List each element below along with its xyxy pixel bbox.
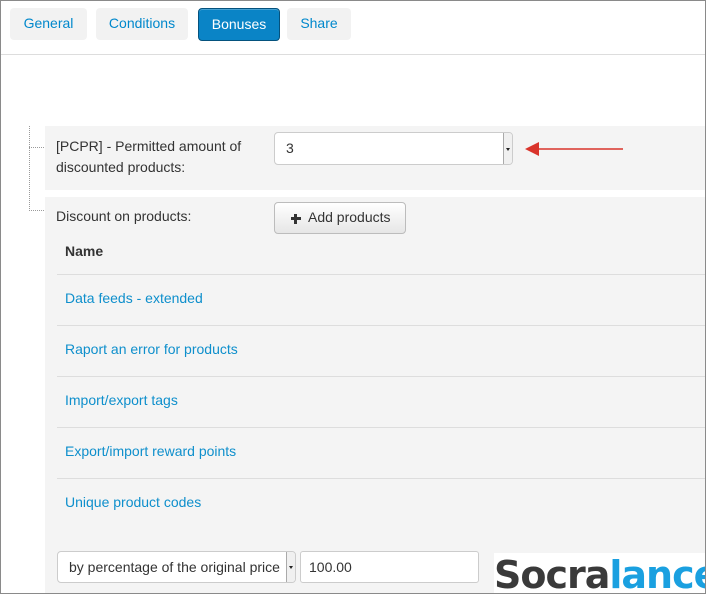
product-link[interactable]: Data feeds - extended [65, 290, 203, 306]
column-header-name: Name [65, 243, 104, 259]
pcpr-label-line2: discounted products: [56, 159, 186, 175]
add-products-label: Add products [308, 209, 391, 225]
table-divider [57, 376, 705, 377]
red-arrow-icon [525, 142, 623, 156]
socralance-logo: Socralance [494, 553, 705, 594]
pcpr-amount-select[interactable]: 3 [274, 132, 513, 165]
logo-part-2: lance [609, 553, 705, 594]
tab-share[interactable]: Share [287, 8, 351, 40]
pcpr-label-line1: [PCPR] - Permitted amount of [56, 138, 242, 154]
table-divider [57, 427, 705, 428]
tab-bar: General Conditions Bonuses Share [1, 1, 705, 55]
tab-conditions[interactable]: Conditions [96, 8, 188, 40]
product-link[interactable]: Unique product codes [65, 494, 201, 510]
tree-connector [29, 126, 31, 211]
discount-method-value: by percentage of the original price [69, 559, 280, 575]
table-divider [57, 325, 705, 326]
pcpr-selected-value: 3 [286, 140, 294, 156]
logo-part-1: Socra [494, 553, 610, 594]
chevron-down-icon [286, 552, 295, 582]
pcpr-label: [PCPR] - Permitted amount of discounted … [56, 136, 241, 178]
plus-icon [291, 214, 301, 224]
add-products-button[interactable]: Add products [274, 202, 406, 234]
product-link[interactable]: Raport an error for products [65, 341, 238, 357]
discount-label: Discount on products: [56, 208, 192, 224]
discount-amount-input[interactable]: 100.00 [300, 551, 479, 583]
product-link[interactable]: Export/import reward points [65, 443, 236, 459]
tree-branch [29, 210, 44, 212]
tab-bonuses[interactable]: Bonuses [198, 8, 280, 41]
bonuses-page: General Conditions Bonuses Share [PCPR] … [0, 0, 706, 594]
table-divider [57, 478, 705, 479]
table-divider [57, 274, 705, 275]
tree-branch [29, 147, 44, 149]
discount-method-select[interactable]: by percentage of the original price [57, 551, 296, 583]
discount-amount-value: 100.00 [309, 559, 352, 575]
product-link[interactable]: Import/export tags [65, 392, 178, 408]
tab-general[interactable]: General [10, 8, 87, 40]
chevron-down-icon [503, 133, 512, 164]
